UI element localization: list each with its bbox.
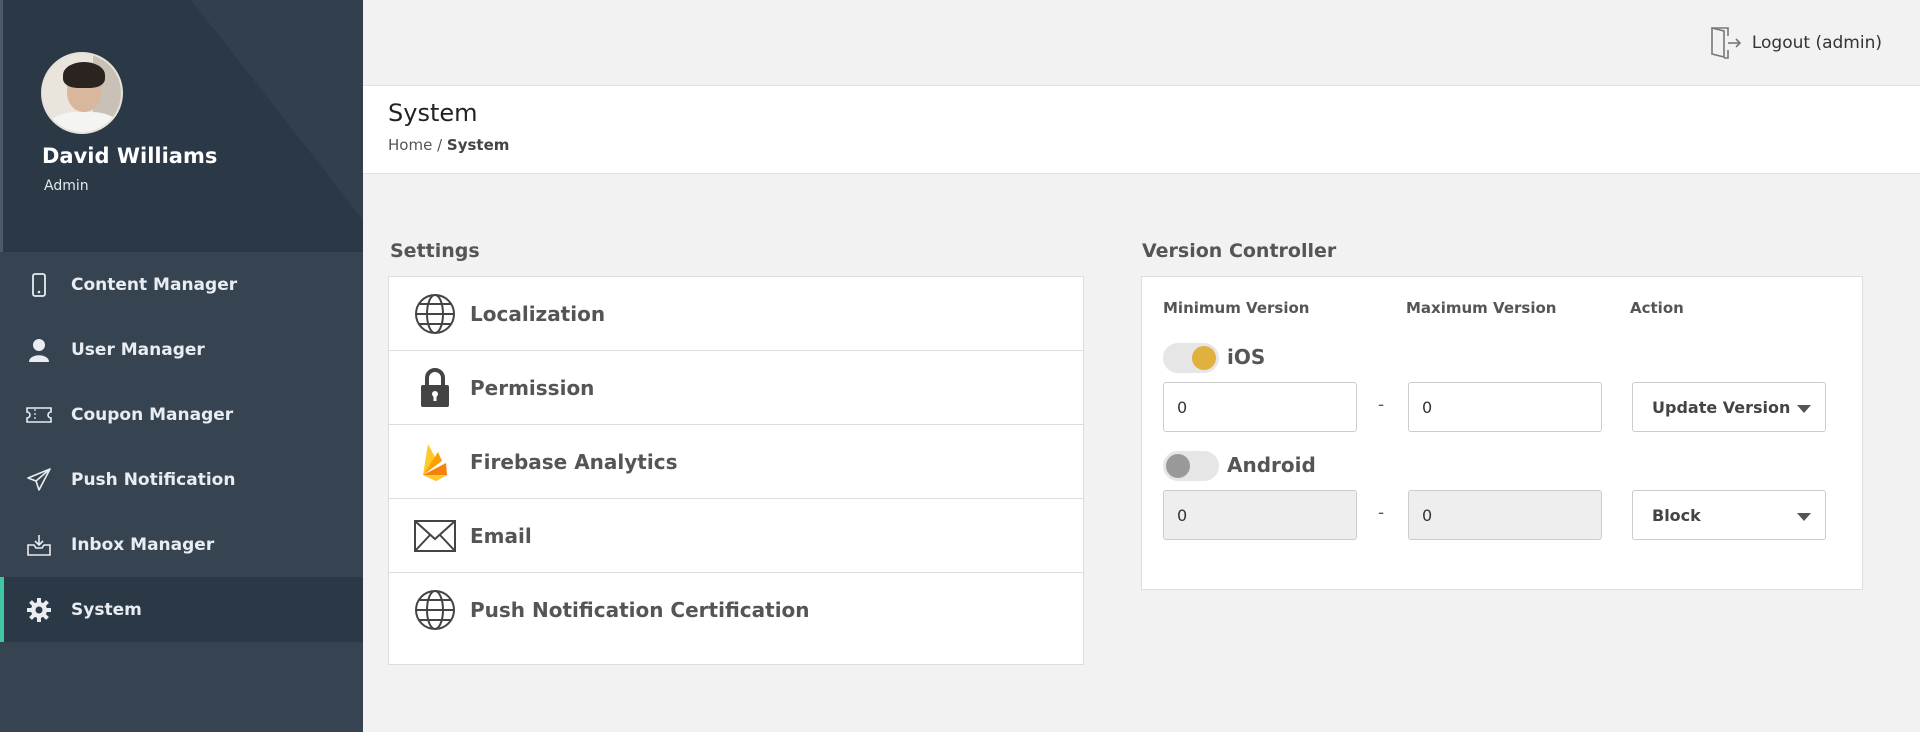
settings-list: Localization Permission Firebase Analyti… — [388, 276, 1084, 665]
profile-panel: David Williams Admin — [0, 0, 363, 252]
logout-button[interactable]: Logout (admin) — [1708, 26, 1882, 60]
sidebar-item-label: System — [71, 599, 142, 620]
profile-edge — [0, 0, 3, 252]
sidebar-item-user-manager[interactable]: User Manager — [0, 317, 363, 382]
page-header: System Home / System — [363, 85, 1920, 174]
android-max-version-input — [1408, 490, 1602, 540]
ios-max-version-input[interactable] — [1408, 382, 1602, 432]
breadcrumb-current: System — [446, 136, 510, 154]
sidebar: David Williams Admin Content Manager Use… — [0, 0, 363, 732]
settings-item-localization[interactable]: Localization — [389, 277, 1083, 351]
ios-toggle[interactable] — [1163, 343, 1219, 373]
breadcrumb-separator: / — [432, 136, 447, 154]
action-header: Action — [1630, 299, 1684, 317]
sidebar-item-system[interactable]: System — [0, 577, 363, 642]
sidebar-item-label: Inbox Manager — [71, 534, 215, 555]
page-title: System — [388, 99, 478, 127]
settings-item-label: Email — [470, 523, 532, 548]
ios-label: iOS — [1227, 345, 1266, 369]
android-action-select[interactable]: Block — [1632, 490, 1826, 540]
logout-label: Logout (admin) — [1751, 33, 1882, 53]
chevron-down-icon — [1797, 405, 1811, 413]
sidebar-item-label: Push Notification — [71, 469, 236, 490]
version-separator: - — [1378, 395, 1385, 415]
sidebar-item-label: User Manager — [71, 339, 205, 360]
globe-icon — [414, 293, 456, 335]
android-toggle[interactable] — [1163, 451, 1219, 481]
android-action-value: Block — [1652, 505, 1701, 525]
user-icon — [26, 337, 52, 363]
profile-background-shape — [160, 0, 363, 228]
settings-item-firebase-analytics[interactable]: Firebase Analytics — [389, 425, 1083, 499]
sidebar-item-push-notification[interactable]: Push Notification — [0, 447, 363, 512]
envelope-icon — [414, 515, 456, 557]
ios-action-select[interactable]: Update Version — [1632, 382, 1826, 432]
firebase-icon — [414, 441, 456, 483]
sidebar-item-label: Content Manager — [71, 274, 238, 295]
android-min-version-input — [1163, 490, 1357, 540]
settings-title: Settings — [390, 240, 480, 262]
lock-icon — [414, 367, 456, 409]
settings-item-label: Firebase Analytics — [470, 449, 678, 474]
version-controller-panel: Minimum Version Maximum Version Action i… — [1141, 276, 1863, 590]
paper-plane-icon — [26, 467, 52, 493]
version-controller-title: Version Controller — [1142, 240, 1337, 262]
ticket-icon — [26, 402, 52, 428]
topbar: Logout (admin) — [363, 0, 1920, 85]
settings-item-label: Permission — [470, 375, 595, 400]
breadcrumb: Home / System — [388, 136, 509, 154]
settings-item-email[interactable]: Email — [389, 499, 1083, 573]
user-role: Admin — [44, 178, 89, 194]
sidebar-item-content-manager[interactable]: Content Manager — [0, 252, 363, 317]
sidebar-item-inbox-manager[interactable]: Inbox Manager — [0, 512, 363, 577]
settings-item-push-notification-certification[interactable]: Push Notification Certification — [389, 573, 1083, 664]
min-version-header: Minimum Version — [1163, 299, 1310, 317]
globe-icon — [414, 589, 456, 631]
sidebar-item-coupon-manager[interactable]: Coupon Manager — [0, 382, 363, 447]
version-separator: - — [1378, 503, 1385, 523]
settings-item-label: Localization — [470, 301, 606, 326]
settings-item-permission[interactable]: Permission — [389, 351, 1083, 425]
ios-action-value: Update Version — [1652, 397, 1791, 417]
gear-icon — [26, 597, 52, 623]
inbox-icon — [26, 532, 52, 558]
avatar — [41, 52, 123, 134]
android-label: Android — [1227, 453, 1316, 477]
settings-item-label: Push Notification Certification — [470, 597, 810, 622]
breadcrumb-home-link[interactable]: Home — [388, 136, 432, 154]
phone-icon — [26, 272, 52, 298]
max-version-header: Maximum Version — [1406, 299, 1557, 317]
chevron-down-icon — [1797, 513, 1811, 521]
user-name: David Williams — [42, 144, 218, 168]
ios-min-version-input[interactable] — [1163, 382, 1357, 432]
sidebar-menu: Content Manager User Manager Coupon Mana… — [0, 252, 363, 642]
logout-icon — [1708, 26, 1742, 60]
sidebar-item-label: Coupon Manager — [71, 404, 234, 425]
